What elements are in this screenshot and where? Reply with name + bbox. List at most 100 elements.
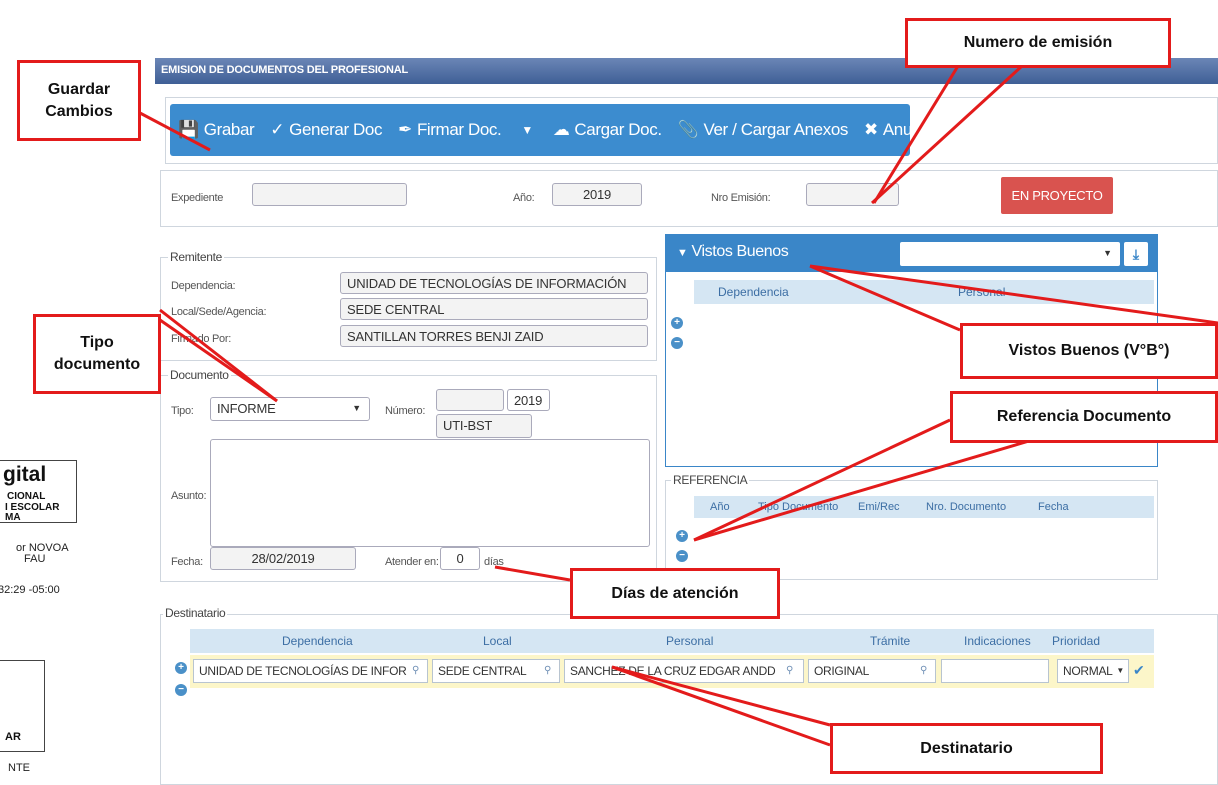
signature-line-7: AR: [5, 731, 21, 743]
local-field: SEDE CENTRAL: [340, 298, 648, 320]
local-label: Local/Sede/Agencia:: [171, 306, 267, 318]
search-icon[interactable]: ⚲: [786, 665, 793, 676]
tipo-value: INFORME: [217, 401, 276, 416]
numero-suffix-field: UTI-BST: [436, 414, 532, 438]
dest-prioridad-select[interactable]: NORMAL ▼: [1057, 659, 1129, 683]
vistos-col-personal: Personal: [958, 285, 1006, 299]
cerrar-label: Cerrar: [967, 120, 1013, 139]
dest-col-local: Local: [483, 634, 512, 648]
dest-local-cell[interactable]: SEDE CENTRAL: [432, 659, 560, 683]
destinatario-table-header: Dependencia Local Personal Trámite Indic…: [190, 629, 1154, 653]
select-caret-icon: ▼: [1103, 248, 1112, 258]
asunto-textarea[interactable]: [210, 439, 650, 547]
anular-label: Anular: [882, 120, 930, 139]
destinatario-remove-icon[interactable]: −: [175, 684, 187, 696]
signature-box-1: gital CIONAL I ESCOLAR MA: [0, 460, 77, 523]
ver-anexos-button[interactable]: 📎 Ver / Cargar Anexos: [670, 104, 856, 156]
vistos-col-dependencia: Dependencia: [718, 285, 789, 299]
salir-button[interactable]: ➲ Salir: [1021, 104, 1088, 156]
cargar-label: Cargar Doc.: [574, 120, 662, 139]
save-icon: 💾: [178, 120, 199, 139]
annotation-vistos-buenos: Vistos Buenos (V°B°): [960, 323, 1218, 379]
vistos-download-button[interactable]: ⤓: [1124, 242, 1148, 266]
dest-dependencia-cell[interactable]: UNIDAD DE TECNOLOGÍAS DE INFOR: [193, 659, 428, 683]
anular-button[interactable]: ✖ Anular: [856, 104, 938, 156]
chevron-down-icon: ▼: [677, 247, 688, 259]
grabar-button[interactable]: 💾 Grabar: [170, 104, 262, 156]
check-edit-icon: ✓: [270, 120, 285, 139]
documento-legend: Documento: [168, 368, 231, 382]
numero-field[interactable]: [436, 389, 504, 411]
signature-line-8: NTE: [8, 762, 30, 774]
destinatario-add-icon[interactable]: +: [175, 662, 187, 674]
cargar-doc-button[interactable]: ☁ Cargar Doc.: [545, 104, 670, 156]
dest-col-dependencia: Dependencia: [282, 634, 353, 648]
download-icon: ⤓: [1132, 246, 1140, 262]
dias-label: días: [484, 556, 504, 568]
anexos-label: Ver / Cargar Anexos: [703, 120, 848, 139]
fecha-field[interactable]: 28/02/2019: [210, 547, 356, 570]
referencia-col-anio: Año: [710, 501, 730, 513]
dependencia-field: UNIDAD DE TECNOLOGÍAS DE INFORMACIÓN: [340, 272, 648, 294]
search-icon[interactable]: ⚲: [544, 665, 551, 676]
referencia-table-header: Año Tipo Documento Emi/Rec Nro. Document…: [694, 496, 1154, 518]
tipo-select[interactable]: INFORME ▼: [210, 397, 370, 421]
referencia-remove-icon[interactable]: −: [676, 550, 688, 562]
firmar-dropdown-button[interactable]: ▼: [509, 104, 544, 156]
annotation-destinatario: Destinatario: [830, 723, 1103, 774]
vistos-buenos-select[interactable]: ▼: [900, 242, 1120, 266]
dest-prioridad-value: NORMAL: [1063, 664, 1113, 678]
arrow-left-icon: ←: [945, 120, 963, 139]
pen-icon: ✒: [398, 120, 412, 139]
referencia-fieldset: [665, 480, 1158, 580]
dest-dependencia-value: UNIDAD DE TECNOLOGÍAS DE INFOR: [199, 664, 407, 678]
select-caret-icon: ▼: [352, 403, 361, 413]
dest-personal-value: SANCHEZ DE LA CRUZ EDGAR ANDD: [570, 664, 776, 678]
check-icon[interactable]: ✔: [1133, 662, 1145, 679]
en-proyecto-button[interactable]: EN PROYECTO: [1001, 177, 1113, 214]
dest-col-indicaciones: Indicaciones: [964, 634, 1031, 648]
signature-line-3: MA: [5, 512, 21, 523]
dest-tramite-value: ORIGINAL: [814, 664, 869, 678]
anio-field[interactable]: 2019: [552, 183, 642, 206]
toolbar: 💾 Grabar ✓ Generar Doc ✒ Firmar Doc. ▼ ☁ Car…: [170, 104, 1080, 156]
expediente-field[interactable]: [252, 183, 407, 206]
annotation-referencia-documento: Referencia Documento: [950, 391, 1218, 443]
firmado-label: Firmado Por:: [171, 333, 231, 345]
firmar-label: Firmar Doc.: [416, 120, 502, 139]
nro-emision-label: Nro Emisión:: [711, 192, 771, 204]
numero-year-field: 2019: [507, 389, 550, 411]
signature-line-1: CIONAL: [7, 491, 46, 502]
sign-out-icon: ➲: [1029, 120, 1043, 139]
dest-col-personal: Personal: [666, 634, 714, 648]
fecha-label: Fecha:: [171, 556, 203, 568]
dest-indicaciones-field[interactable]: [941, 659, 1049, 683]
vistos-add-icon[interactable]: +: [671, 317, 683, 329]
select-caret-icon: ▼: [1116, 666, 1124, 675]
vistos-buenos-title: Vistos Buenos: [691, 243, 789, 260]
signature-line-6: 32:29 -05:00: [0, 584, 60, 596]
firmar-doc-button[interactable]: ✒ Firmar Doc.: [390, 104, 509, 156]
referencia-legend: REFERENCIA: [671, 473, 750, 487]
vistos-remove-icon[interactable]: −: [671, 337, 683, 349]
referencia-col-fecha: Fecha: [1038, 501, 1069, 513]
dest-tramite-cell[interactable]: ORIGINAL: [808, 659, 936, 683]
paperclip-icon: 📎: [677, 120, 699, 139]
upload-icon: ☁: [552, 120, 570, 139]
annotation-tipo-documento: Tipo documento: [33, 314, 161, 394]
dest-col-tramite: Trámite: [870, 634, 911, 648]
referencia-add-icon[interactable]: +: [676, 530, 688, 542]
atender-label: Atender en:: [385, 556, 439, 568]
grabar-label: Grabar: [203, 120, 255, 139]
generar-doc-button[interactable]: ✓ Generar Doc: [262, 104, 390, 156]
asunto-label: Asunto:: [171, 490, 207, 502]
referencia-col-emirec: Emi/Rec: [858, 501, 900, 513]
dest-personal-cell[interactable]: SANCHEZ DE LA CRUZ EDGAR ANDD: [564, 659, 804, 683]
signature-big-text: gital: [3, 463, 47, 486]
search-icon[interactable]: ⚲: [412, 665, 419, 676]
cerrar-button[interactable]: ← Cerrar: [938, 104, 1021, 156]
nro-emision-field[interactable]: [806, 183, 899, 206]
salir-label: Salir: [1047, 120, 1080, 139]
search-icon[interactable]: ⚲: [920, 665, 927, 676]
atender-field[interactable]: 0: [440, 547, 480, 570]
